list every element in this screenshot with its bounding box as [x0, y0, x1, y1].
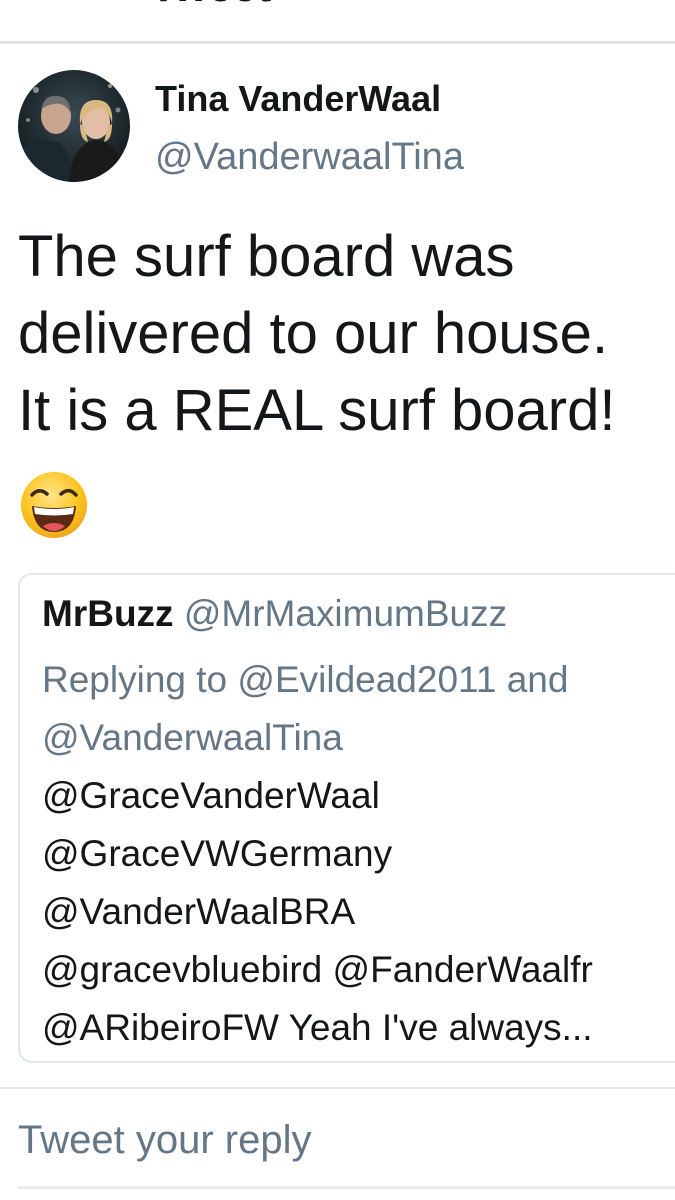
tweet-text-line: delivered to our house. — [18, 301, 609, 366]
quoted-text-line: @ARibeiroFW Yeah I've always... — [42, 1007, 593, 1048]
header-divider — [0, 41, 675, 44]
reply-input-underline — [18, 1186, 675, 1189]
quoted-author-name: MrBuzz — [42, 593, 174, 634]
quoted-author-handle: @MrMaximumBuzz — [183, 593, 508, 634]
quoted-tweet-card[interactable]: MrBuzz @MrMaximumBuzz Replying to @Evild… — [18, 573, 675, 1063]
avatar[interactable] — [18, 70, 130, 182]
author-name[interactable]: Tina VanderWaal — [155, 78, 441, 120]
quoted-text-line: @GraceVWGermany — [42, 833, 393, 874]
quoted-text-line: @VanderWaalBRA — [42, 891, 356, 932]
grinning-squinting-face-icon — [19, 470, 89, 540]
replying-to-text: Replying to @Evildead2011 and @Vanderwaa… — [42, 651, 568, 767]
tweet-text-line: The surf board was — [18, 224, 515, 289]
quoted-text-line: @gracevbluebird @FanderWaalfr — [42, 949, 593, 990]
quoted-text-line: @GraceVanderWaal — [42, 775, 380, 816]
replying-to-line: @VanderwaalTina — [42, 717, 343, 758]
quoted-tweet-header: MrBuzz @MrMaximumBuzz — [42, 593, 507, 635]
reply-input[interactable] — [18, 1118, 658, 1163]
reply-divider — [0, 1087, 675, 1089]
tweet-detail-screen: Tweet Tina VanderWaal @Vanderw — [0, 0, 675, 1200]
tweet-text-line: It is a REAL surf board! — [18, 378, 616, 443]
page-title: Tweet — [150, 0, 271, 12]
tweet-text: The surf board was delivered to our hous… — [18, 218, 675, 449]
avatar-photo — [18, 70, 130, 182]
quoted-tweet-text: @GraceVanderWaal @GraceVWGermany @Vander… — [42, 767, 593, 1057]
replying-to-line: Replying to @Evildead2011 and — [42, 659, 569, 700]
author-handle[interactable]: @VanderwaalTina — [155, 136, 464, 179]
